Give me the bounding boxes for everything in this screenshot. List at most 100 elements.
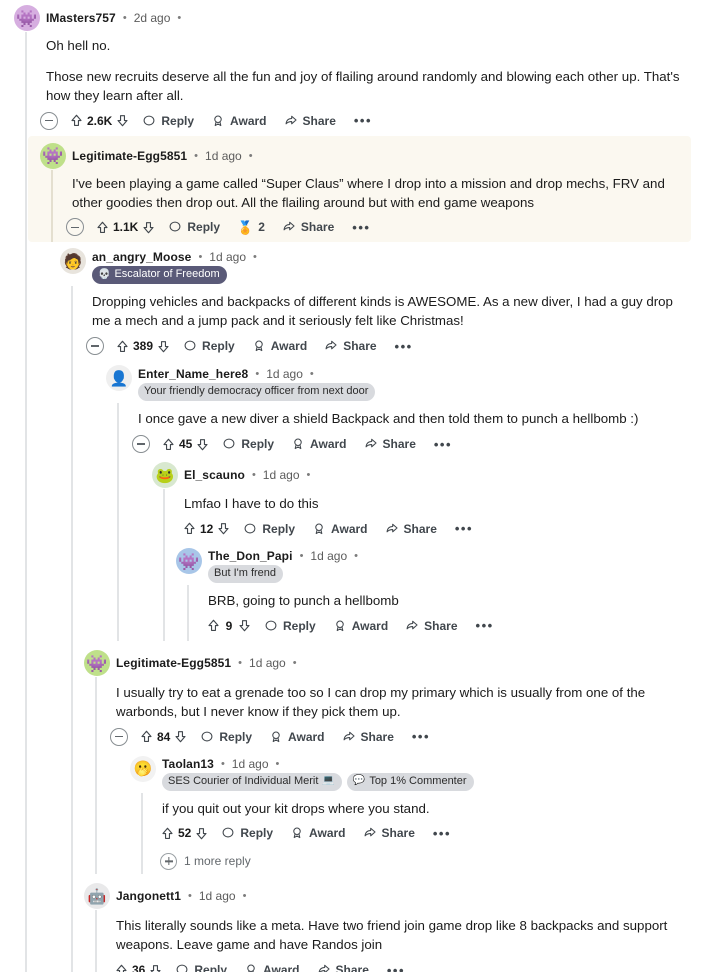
collapse-button[interactable]	[132, 435, 150, 453]
reply-button[interactable]: Reply	[214, 822, 280, 844]
upvote-icon[interactable]	[115, 339, 130, 354]
comment-age: 1d ago	[249, 655, 286, 670]
downvote-icon[interactable]	[156, 339, 171, 354]
share-button[interactable]: Share	[277, 110, 343, 132]
share-button[interactable]: Share	[356, 822, 422, 844]
downvote-icon[interactable]	[237, 618, 252, 633]
more-options-button[interactable]: •••	[404, 729, 438, 744]
avatar[interactable]: 🧑	[60, 248, 86, 275]
share-button[interactable]: Share	[398, 615, 464, 637]
avatar[interactable]: 🤖	[84, 883, 110, 910]
upvote-icon[interactable]	[206, 618, 221, 633]
thread-line[interactable]	[51, 169, 53, 243]
upvote-icon[interactable]	[161, 437, 176, 452]
collapse-button[interactable]	[110, 727, 128, 746]
vote-group: 45	[159, 433, 212, 456]
avatar[interactable]: 👤	[106, 365, 132, 392]
reply-button[interactable]: Reply	[193, 726, 259, 748]
share-button[interactable]: Share	[310, 959, 376, 972]
comment-author[interactable]: Legitimate-Egg5851	[116, 656, 231, 670]
avatar[interactable]: 👾	[84, 649, 110, 676]
thread-line[interactable]	[95, 910, 97, 972]
reply-button[interactable]: Reply	[161, 216, 227, 238]
reply-button[interactable]: Reply	[215, 433, 281, 455]
more-options-button[interactable]: •••	[346, 113, 380, 128]
share-button[interactable]: Share	[378, 518, 444, 540]
award-button[interactable]: Award	[283, 822, 352, 844]
reply-button[interactable]: Reply	[176, 335, 242, 357]
collapse-button[interactable]	[40, 111, 58, 130]
thread-line[interactable]	[95, 676, 97, 875]
more-options-button[interactable]: •••	[379, 963, 413, 972]
more-options-button[interactable]: •••	[447, 521, 481, 536]
comment-author[interactable]: an_angry_Moose	[92, 250, 191, 264]
award-button[interactable]: Award	[305, 518, 374, 540]
reply-button[interactable]: Reply	[135, 110, 201, 132]
comment-author[interactable]: El_scauno	[184, 468, 245, 482]
award-count-button[interactable]: 🏅 2	[230, 216, 272, 238]
comment-score: 36	[132, 963, 146, 972]
more-options-button[interactable]: •••	[425, 826, 459, 841]
comment-author[interactable]: Taolan13	[162, 757, 214, 771]
upvote-icon[interactable]	[139, 729, 154, 744]
more-options-button[interactable]: •••	[387, 339, 421, 354]
share-button[interactable]: Share	[317, 335, 383, 357]
comment-author[interactable]: The_Don_Papi	[208, 549, 293, 563]
thread-line[interactable]	[141, 792, 143, 875]
downvote-icon[interactable]	[173, 729, 188, 744]
reply-button[interactable]: Reply	[168, 959, 234, 972]
upvote-icon[interactable]	[69, 113, 84, 128]
award-button[interactable]: Award	[284, 433, 353, 455]
flair-text: SES Courier of Individual Merit	[168, 774, 319, 787]
avatar[interactable]: 👾	[176, 547, 202, 574]
upvote-icon[interactable]	[95, 220, 110, 235]
avatar[interactable]: 🫢	[130, 755, 156, 782]
award-button[interactable]: Award	[204, 110, 273, 132]
downvote-icon[interactable]	[115, 113, 130, 128]
avatar[interactable]: 👾	[40, 142, 66, 169]
downvote-icon[interactable]	[216, 521, 231, 536]
upvote-icon[interactable]	[182, 521, 197, 536]
more-replies-button[interactable]: 1 more reply	[154, 848, 713, 874]
comment-author[interactable]: Legitimate-Egg5851	[72, 149, 187, 163]
avatar[interactable]: 🐸	[152, 462, 178, 488]
award-button[interactable]: Award	[262, 726, 331, 748]
award-label: Award	[288, 729, 325, 744]
downvote-icon[interactable]	[141, 220, 156, 235]
avatar[interactable]: 👾	[14, 5, 40, 31]
award-button[interactable]: Award	[245, 335, 314, 357]
more-options-button[interactable]: •••	[468, 618, 502, 633]
award-button[interactable]: Award	[326, 615, 395, 637]
downvote-icon[interactable]	[194, 826, 209, 841]
separator-dot: •	[248, 149, 253, 162]
award-button[interactable]: Award	[237, 959, 306, 972]
more-options-button[interactable]: •••	[426, 437, 460, 452]
reply-button[interactable]: Reply	[257, 615, 323, 637]
thread-line[interactable]	[117, 403, 119, 641]
comment-author[interactable]: IMasters757	[46, 11, 116, 25]
comment-author[interactable]: Enter_Name_here8	[138, 367, 248, 381]
comment-score: 45	[179, 437, 193, 451]
thread-line[interactable]	[187, 584, 189, 641]
thread-line[interactable]	[163, 489, 165, 641]
share-button[interactable]: Share	[357, 433, 423, 455]
collapse-button[interactable]	[66, 218, 84, 237]
award-label: Award	[309, 826, 346, 841]
thread-line[interactable]	[25, 32, 27, 972]
more-options-button[interactable]: •••	[344, 220, 378, 235]
downvote-icon[interactable]	[195, 437, 210, 452]
share-button[interactable]: Share	[275, 216, 341, 238]
downvote-icon[interactable]	[148, 963, 163, 972]
share-button[interactable]: Share	[335, 726, 401, 748]
reply-button[interactable]: Reply	[236, 518, 302, 540]
share-icon	[317, 963, 331, 972]
share-icon	[324, 339, 338, 353]
share-icon	[342, 730, 356, 744]
upvote-icon[interactable]	[114, 963, 129, 972]
thread-line[interactable]	[71, 286, 73, 972]
share-icon	[363, 826, 377, 840]
upvote-icon[interactable]	[160, 826, 175, 841]
comment-age: 1d ago	[262, 468, 300, 482]
collapse-button[interactable]	[86, 337, 104, 356]
comment-author[interactable]: Jangonett1	[116, 889, 181, 903]
